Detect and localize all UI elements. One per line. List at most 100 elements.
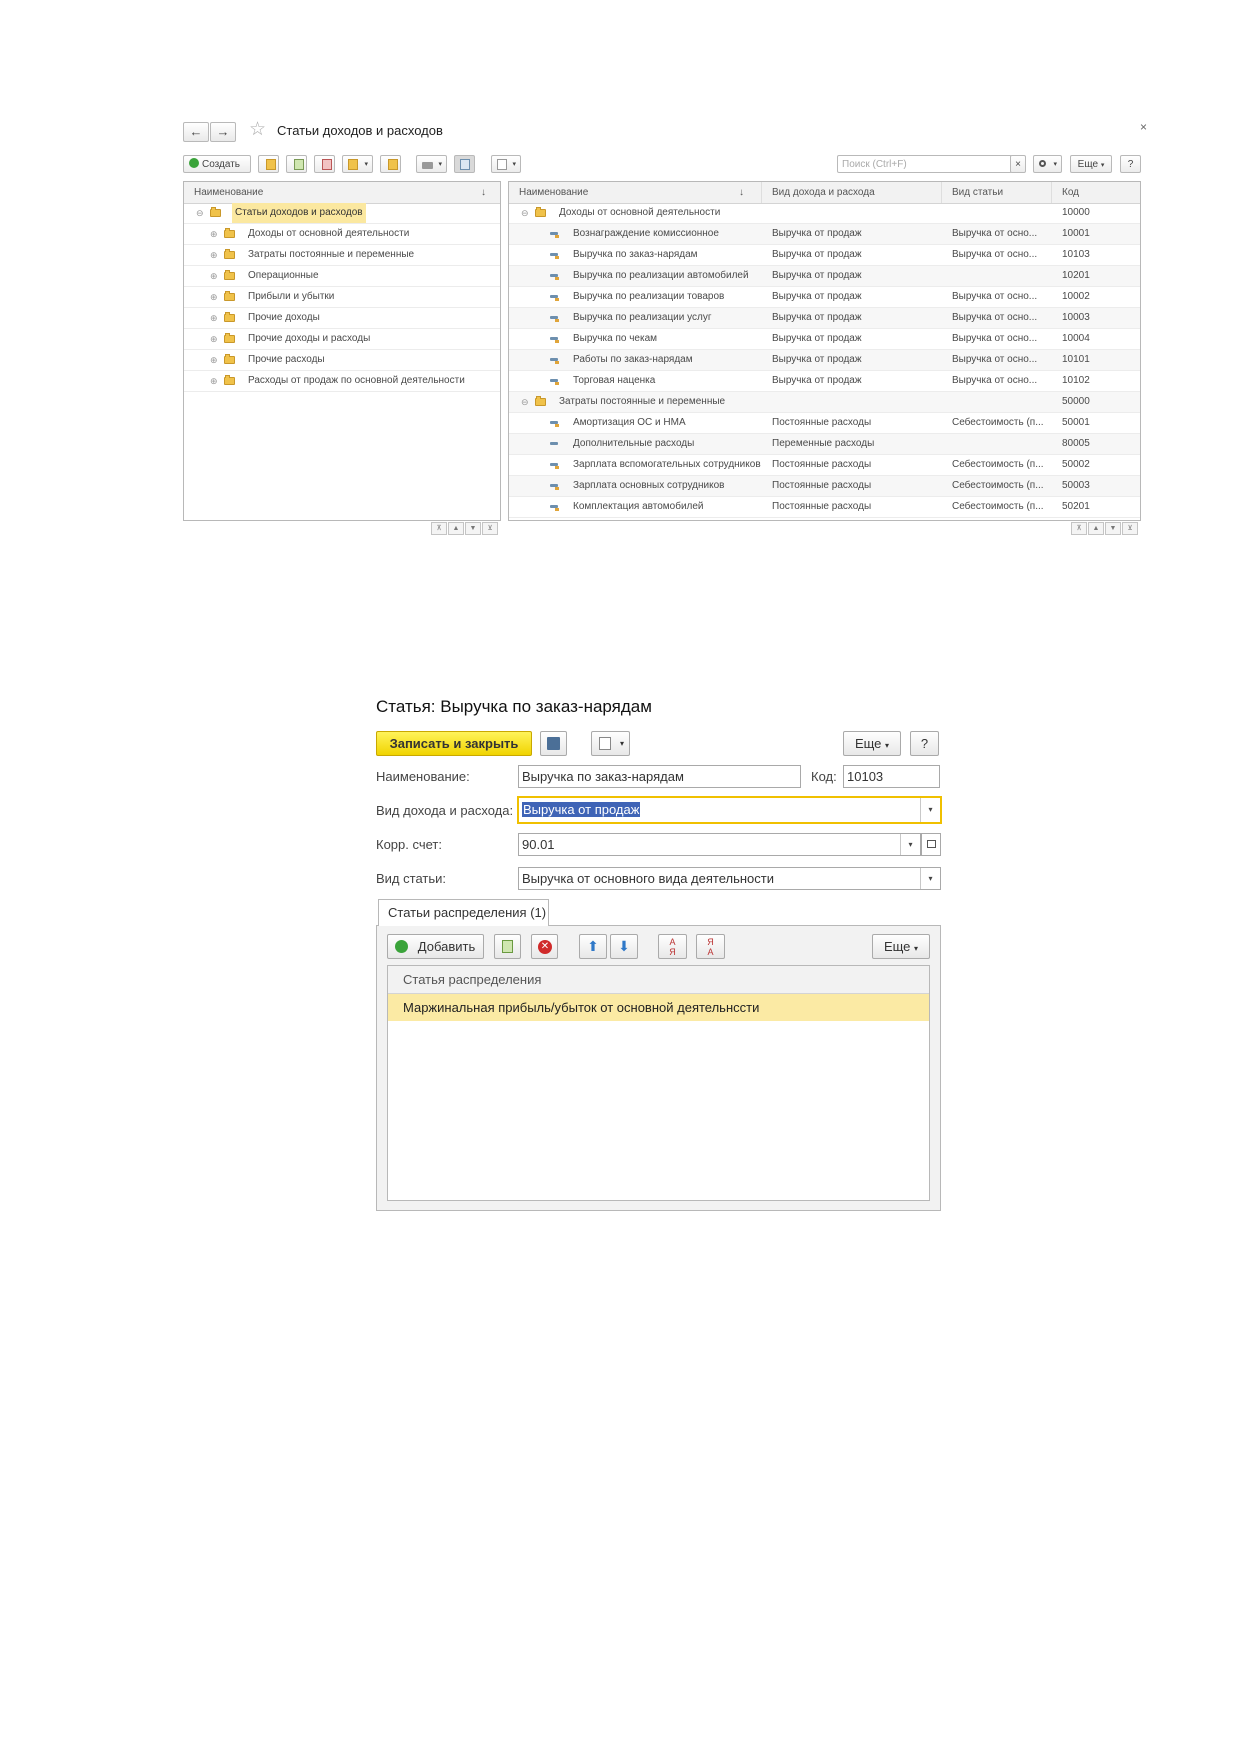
add-button[interactable]: Добавить — [387, 934, 484, 959]
grid-column-type[interactable]: Вид статьи — [942, 182, 1052, 203]
create-group-button[interactable] — [258, 155, 279, 173]
sort-ascending-button[interactable]: АЯ — [658, 934, 687, 959]
move-down-button[interactable]: ⬇ — [610, 934, 638, 959]
grid-column-code[interactable]: Код — [1052, 182, 1140, 203]
move-up-button[interactable]: ⬆ — [579, 934, 607, 959]
grid-column-kind[interactable]: Вид дохода и расхода — [762, 182, 942, 203]
grid-page-first-button[interactable]: ⊼ — [1071, 522, 1087, 535]
help-button[interactable]: ? — [1120, 155, 1141, 173]
tree-item[interactable]: ⊕ Затраты постоянные и переменные — [184, 245, 500, 266]
view-mode-button[interactable] — [454, 155, 475, 173]
move-button[interactable]: ▾ — [342, 155, 373, 173]
grid-group-row[interactable]: ⊖ Затраты постоянные и переменные 50000 — [509, 392, 1140, 413]
corr-account-field[interactable]: 90.01 ▾ — [518, 833, 921, 856]
expand-icon[interactable]: ⊕ — [210, 308, 218, 328]
table-row[interactable]: Выручка по реализации услуг Выручка от пр… — [509, 308, 1140, 329]
table-more-button[interactable]: Еще ▾ — [872, 934, 930, 959]
back-button[interactable]: ← — [183, 122, 209, 142]
tree-item[interactable]: ⊕ Доходы от основной деятельности — [184, 224, 500, 245]
search-button[interactable]: ▾ — [1033, 155, 1062, 173]
expand-icon[interactable]: ⊕ — [210, 224, 218, 244]
code-field[interactable]: 10103 — [843, 765, 940, 788]
table-row[interactable]: Маржинальная прибыль/убыток от основной … — [388, 994, 929, 1021]
chevron-down-icon: ▾ — [364, 161, 368, 168]
table-row[interactable]: Выручка по реализации автомобилей Выручка… — [509, 266, 1140, 287]
table-row[interactable]: Зарплата основных сотрудников Постоянные … — [509, 476, 1140, 497]
help-button[interactable]: ? — [910, 731, 939, 756]
table-row[interactable]: Выручка по чекам Выручка от продаж Выручка… — [509, 329, 1140, 350]
expand-icon[interactable]: ⊕ — [210, 245, 218, 265]
grid-column-name[interactable]: Наименование — [509, 182, 762, 203]
save-button[interactable] — [540, 731, 567, 756]
table-row[interactable]: Торговая наценка Выручка от продаж Выручка… — [509, 371, 1140, 392]
open-account-button[interactable] — [921, 833, 941, 856]
grid-page-down-button[interactable]: ▼ — [1105, 522, 1121, 535]
reports-button[interactable]: ▾ — [591, 731, 630, 756]
table-row[interactable]: Вознаграждение комиссионное Выручка от пр… — [509, 224, 1140, 245]
tree-item[interactable]: ⊕ Прочие доходы и расходы — [184, 329, 500, 350]
table-row[interactable]: Работы по заказ-нарядам Выручка от продаж… — [509, 350, 1140, 371]
search-clear-button[interactable]: × — [1010, 155, 1026, 173]
forward-button[interactable]: → — [210, 122, 236, 142]
mark-delete-button[interactable] — [314, 155, 335, 173]
row-type: Себестоимость (п... — [952, 501, 1044, 512]
more-button[interactable]: Еще ▾ — [843, 731, 901, 756]
item-type-field[interactable]: Выручка от основного вида деятельности ▾ — [518, 867, 941, 890]
expand-icon[interactable]: ⊕ — [210, 287, 218, 307]
magnifier-icon — [1039, 160, 1046, 167]
print-button[interactable]: ▾ — [416, 155, 447, 173]
copy-button[interactable] — [286, 155, 307, 173]
tree-item[interactable]: ⊕ Прочие расходы — [184, 350, 500, 371]
dropdown-arrow-icon[interactable]: ▾ — [920, 868, 940, 889]
tree-root-row[interactable]: ⊖ Статьи доходов и расходов — [184, 203, 500, 224]
table-row[interactable]: Выручка по реализации товаров Выручка от … — [509, 287, 1140, 308]
tree-item-label: Прочие расходы — [248, 354, 325, 365]
tree-page-last-button[interactable]: ⊻ — [482, 522, 498, 535]
create-button[interactable]: Создать — [183, 155, 251, 173]
tree-item[interactable]: ⊕ Расходы от продаж по основной деятельно… — [184, 371, 500, 392]
tree-item-label: Прочие доходы — [248, 312, 320, 323]
sort-descending-button[interactable]: ЯА — [696, 934, 725, 959]
expand-icon[interactable]: ⊕ — [210, 371, 218, 391]
item-icon — [550, 337, 559, 343]
collapse-icon[interactable]: ⊖ — [196, 203, 204, 223]
income-expense-kind-field[interactable]: Выручка от продаж ▾ — [517, 796, 942, 824]
delete-row-button[interactable]: ✕ — [531, 934, 558, 959]
table-row[interactable]: Зарплата вспомогательных сотрудников Пост… — [509, 455, 1140, 476]
tree-page-down-button[interactable]: ▼ — [465, 522, 481, 535]
tree-item[interactable]: ⊕ Прибыли и убытки — [184, 287, 500, 308]
tree-item[interactable]: ⊕ Прочие доходы — [184, 308, 500, 329]
tree-page-first-button[interactable]: ⊼ — [431, 522, 447, 535]
collapse-icon[interactable]: ⊖ — [521, 392, 529, 412]
expand-icon[interactable]: ⊕ — [210, 266, 218, 286]
save-and-close-button[interactable]: Записать и закрыть — [376, 731, 532, 756]
income-expense-kind-value: Выручка от продаж — [522, 802, 641, 817]
copy-row-button[interactable] — [494, 934, 521, 959]
grid-group-row[interactable]: ⊖ Доходы от основной деятельности 10000 — [509, 203, 1140, 224]
reports-button[interactable]: ▾ — [491, 155, 521, 173]
delete-mark-icon — [322, 159, 332, 170]
dropdown-arrow-icon[interactable]: ▾ — [920, 798, 940, 822]
column-distribution-item[interactable]: Статья распределения — [403, 972, 541, 987]
folder-icon — [224, 291, 235, 301]
table-row[interactable]: Дополнительные расходы Переменные расходы… — [509, 434, 1140, 455]
tree-page-up-button[interactable]: ▲ — [448, 522, 464, 535]
tab-distribution-items[interactable]: Статьи распределения (1) — [378, 899, 549, 926]
hierarchy-button[interactable] — [380, 155, 401, 173]
tree-column-name[interactable]: Наименование — [184, 182, 500, 203]
grid-page-up-button[interactable]: ▲ — [1088, 522, 1104, 535]
name-field[interactable]: Выручка по заказ-нарядам — [518, 765, 801, 788]
table-row[interactable]: Амортизация ОС и НМА Постоянные расходы Се… — [509, 413, 1140, 434]
dropdown-arrow-icon[interactable]: ▾ — [900, 834, 920, 855]
grid-page-last-button[interactable]: ⊻ — [1122, 522, 1138, 535]
favorite-star-icon[interactable]: ☆ — [249, 118, 266, 141]
search-input[interactable]: Поиск (Ctrl+F) — [837, 155, 1012, 173]
collapse-icon[interactable]: ⊖ — [521, 203, 529, 223]
expand-icon[interactable]: ⊕ — [210, 329, 218, 349]
tree-item[interactable]: ⊕ Операционные — [184, 266, 500, 287]
table-row[interactable]: Комплектация автомобилей Постоянные расхо… — [509, 497, 1140, 518]
close-icon[interactable]: × — [1140, 120, 1147, 134]
expand-icon[interactable]: ⊕ — [210, 350, 218, 370]
table-row[interactable]: Выручка по заказ-нарядам Выручка от прода… — [509, 245, 1140, 266]
more-button[interactable]: Еще ▾ — [1070, 155, 1112, 173]
